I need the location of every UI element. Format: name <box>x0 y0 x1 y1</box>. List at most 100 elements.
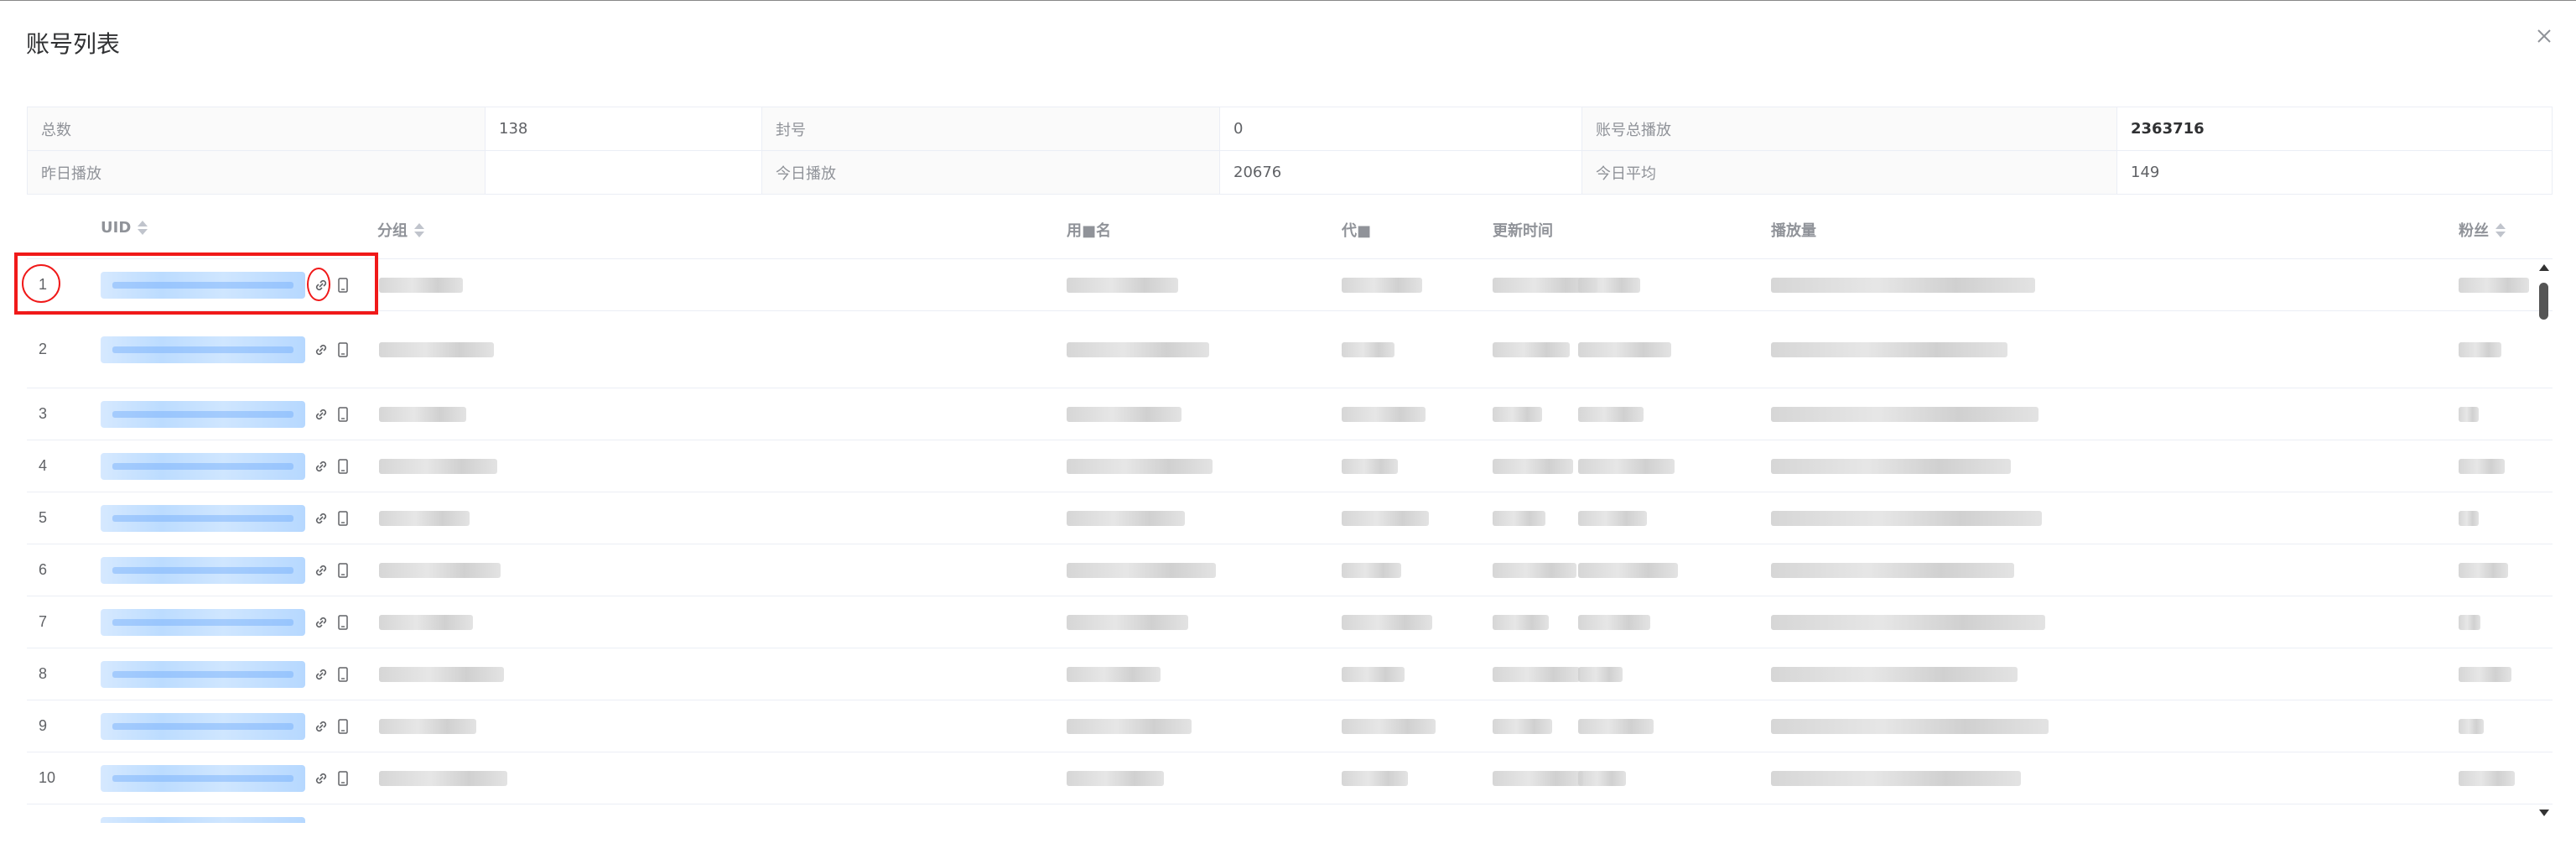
redacted-cell <box>1578 278 1640 293</box>
table-row[interactable]: 8 <box>27 648 2553 700</box>
redacted-cell <box>1067 511 1185 526</box>
link-icon[interactable] <box>312 613 330 632</box>
summary-value: 2363716 <box>2116 107 2553 151</box>
link-icon[interactable] <box>312 509 330 528</box>
uid-link[interactable] <box>101 713 305 740</box>
redacted-cell <box>2459 278 2529 293</box>
table-body[interactable]: 1 2 3 4 5 6 7 8 9 10 11 <box>27 259 2553 823</box>
close-icon[interactable] <box>2531 23 2558 49</box>
redacted-cell <box>1067 771 1164 786</box>
table-row[interactable]: 10 <box>27 752 2553 804</box>
redacted-cell <box>1771 667 2018 682</box>
uid-link[interactable] <box>101 817 305 823</box>
column-label: 更新时间 <box>1493 222 1553 240</box>
sort-icon[interactable] <box>138 221 148 235</box>
uid-link[interactable] <box>101 336 305 363</box>
redacted-cell <box>1771 719 2049 734</box>
redacted-cell <box>379 667 504 682</box>
summary-label: 账号总播放 <box>1581 107 2117 151</box>
table-header: UID 分组 用■名 代■ 更新时间 播放量 粉丝 <box>27 200 2553 259</box>
sort-icon[interactable] <box>414 222 424 237</box>
redacted-cell <box>2459 719 2484 734</box>
highlight-annotation-circle <box>307 268 330 301</box>
phone-icon[interactable] <box>334 561 352 580</box>
phone-icon[interactable] <box>334 341 352 359</box>
uid-link[interactable] <box>101 505 305 532</box>
summary-label: 今日平均 <box>1581 150 2117 195</box>
uid-link[interactable] <box>101 557 305 584</box>
sort-icon[interactable] <box>2496 222 2506 237</box>
summary-table: 总数 138 封号 0 账号总播放 2363716 昨日播放 今日播放 2067… <box>27 107 2553 195</box>
redacted-cell <box>1342 407 1426 422</box>
redacted-cell <box>1578 667 1623 682</box>
phone-icon[interactable] <box>334 509 352 528</box>
phone-icon[interactable] <box>334 613 352 632</box>
column-header-fans[interactable]: 粉丝 <box>2459 219 2506 241</box>
redacted-cell <box>2459 771 2515 786</box>
redacted-cell <box>1578 563 1678 578</box>
link-icon[interactable] <box>312 341 330 359</box>
table-row[interactable]: 9 <box>27 700 2553 752</box>
link-icon[interactable] <box>312 717 330 736</box>
redacted-cell <box>1578 771 1626 786</box>
redacted-cell <box>1067 615 1188 630</box>
redacted-cell <box>1067 667 1161 682</box>
link-icon[interactable] <box>312 561 330 580</box>
row-index: 3 <box>39 405 48 422</box>
column-header-group[interactable]: 分组 <box>377 219 424 241</box>
redacted-cell <box>1771 342 2007 357</box>
uid-link[interactable] <box>101 453 305 480</box>
phone-icon[interactable] <box>334 717 352 736</box>
redacted-cell <box>1342 511 1429 526</box>
column-label: 分组 <box>377 222 408 240</box>
redacted-cell <box>1578 719 1654 734</box>
redacted-cell <box>1493 667 1580 682</box>
link-icon[interactable] <box>312 769 330 788</box>
link-icon[interactable] <box>312 821 330 823</box>
redacted-cell <box>379 511 470 526</box>
phone-icon[interactable] <box>334 769 352 788</box>
redacted-cell <box>1493 615 1549 630</box>
table-row[interactable]: 6 <box>27 544 2553 596</box>
redacted-cell <box>1342 342 1394 357</box>
uid-link[interactable] <box>101 609 305 636</box>
column-header-uid[interactable]: UID <box>101 219 148 237</box>
column-label: 用■名 <box>1067 222 1112 240</box>
redacted-cell <box>379 342 494 357</box>
link-icon[interactable] <box>312 457 330 476</box>
redacted-cell <box>1493 342 1570 357</box>
row-index: 4 <box>39 457 48 474</box>
redacted-cell <box>1771 511 2042 526</box>
table-row[interactable]: 1 <box>27 259 2553 311</box>
uid-link[interactable] <box>101 661 305 688</box>
table-row[interactable]: 2 <box>27 311 2553 388</box>
phone-icon[interactable] <box>334 405 352 424</box>
summary-row: 昨日播放 今日播放 20676 今日平均 149 <box>27 150 2553 195</box>
row-index: 10 <box>39 769 56 786</box>
table-row[interactable]: 4 <box>27 440 2553 492</box>
redacted-cell <box>1067 407 1182 422</box>
table-row[interactable]: 11 <box>27 804 2553 823</box>
phone-icon[interactable] <box>334 821 352 823</box>
redacted-cell <box>1578 342 1671 357</box>
uid-link[interactable] <box>101 401 305 428</box>
redacted-cell <box>1771 407 2038 422</box>
redacted-cell <box>1771 563 2014 578</box>
scroll-down-arrow-icon[interactable] <box>2539 810 2549 816</box>
summary-value: 0 <box>1219 107 1582 151</box>
link-icon[interactable] <box>312 665 330 684</box>
phone-icon[interactable] <box>334 665 352 684</box>
table-row[interactable]: 5 <box>27 492 2553 544</box>
vertical-scrollbar[interactable] <box>2536 259 2551 823</box>
scroll-thumb[interactable] <box>2539 283 2548 320</box>
table-row[interactable]: 3 <box>27 388 2553 440</box>
scroll-up-arrow-icon[interactable] <box>2539 264 2549 271</box>
uid-link[interactable] <box>101 765 305 792</box>
redacted-cell <box>1067 278 1178 293</box>
row-index: 11 <box>39 821 72 823</box>
summary-label: 封号 <box>761 107 1220 151</box>
link-icon[interactable] <box>312 405 330 424</box>
phone-icon[interactable] <box>334 457 352 476</box>
table-row[interactable]: 7 <box>27 596 2553 648</box>
redacted-cell <box>1771 615 2045 630</box>
